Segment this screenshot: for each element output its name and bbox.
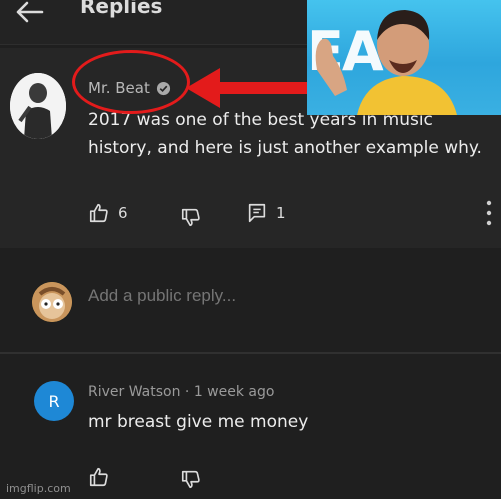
person-photo-icon: [10, 73, 66, 139]
dislike-button[interactable]: [180, 206, 202, 228]
add-reply-input[interactable]: [88, 286, 448, 306]
watermark: imgflip.com: [6, 482, 71, 495]
reply-like-button[interactable]: [88, 466, 110, 488]
overlay-photo: EAS: [307, 0, 501, 115]
cartoon-avatar-icon: [32, 282, 72, 322]
reply-meta: River Watson · 1 week ago: [88, 384, 275, 400]
man-waving-icon: [315, 10, 457, 115]
author-avatar[interactable]: [10, 73, 66, 139]
thumbs-down-icon: [181, 470, 200, 489]
thumbs-down-icon: [181, 208, 200, 227]
add-reply-row: [0, 258, 501, 348]
reply-dislike-button[interactable]: [180, 468, 202, 490]
more-vert-icon[interactable]: [482, 198, 496, 228]
reply-comment: R River Watson · 1 week ago mr breast gi…: [0, 356, 501, 499]
divider: [0, 352, 501, 354]
page-title: Replies: [80, 0, 163, 18]
back-arrow-icon[interactable]: [12, 0, 46, 30]
like-button[interactable]: 6: [88, 202, 128, 224]
current-user-avatar: [32, 282, 72, 322]
reply-icon: [248, 203, 266, 223]
like-count: 6: [118, 204, 128, 222]
red-highlight-circle: [72, 50, 190, 114]
reply-text: mr breast give me money: [88, 412, 309, 432]
thumbs-up-icon: [89, 467, 108, 487]
thumbs-up-icon: [89, 203, 108, 223]
reply-count: 1: [276, 204, 286, 222]
red-arrow-icon: [186, 68, 310, 108]
replies-button[interactable]: 1: [246, 202, 286, 224]
reply-author-avatar[interactable]: R: [34, 381, 74, 421]
